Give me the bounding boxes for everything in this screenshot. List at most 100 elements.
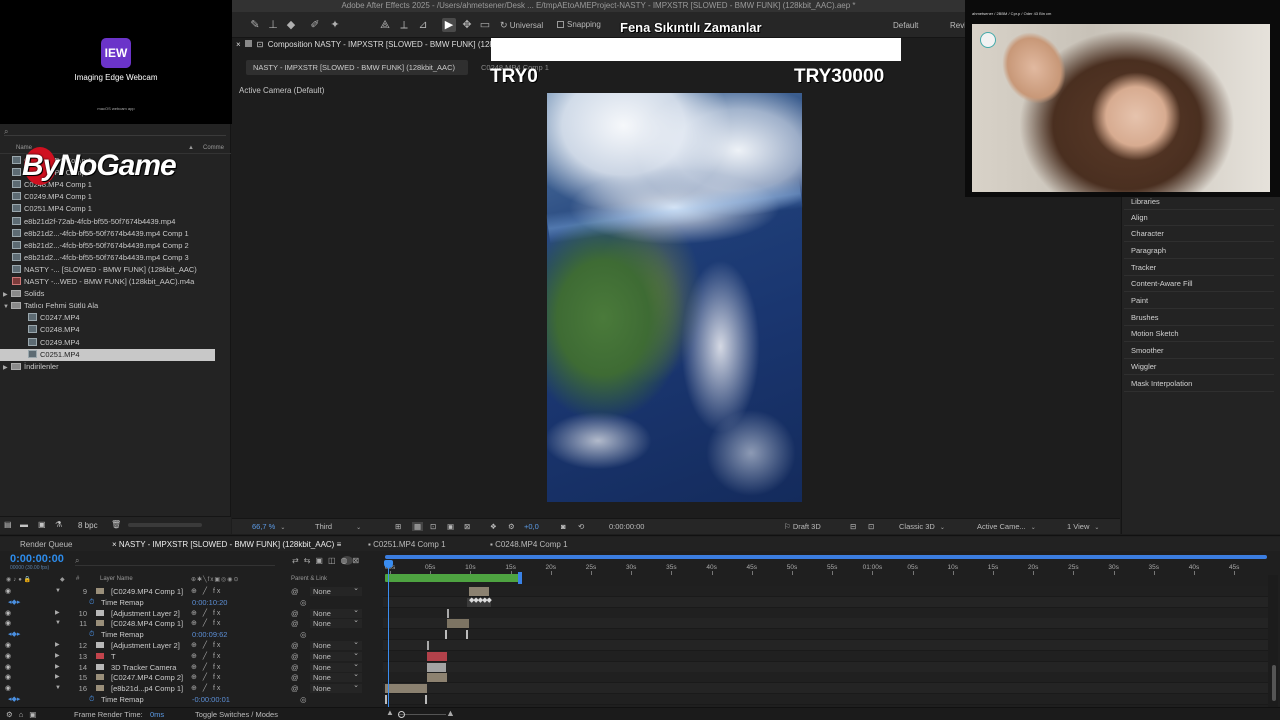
close-icon[interactable]: ×: [236, 40, 241, 49]
project-item[interactable]: ▶ İndirilenler: [0, 361, 215, 373]
project-item[interactable]: C0249.MP4: [0, 337, 215, 349]
project-item[interactable]: C0248.MP4: [0, 324, 215, 336]
exposure-reset-icon[interactable]: ⚙: [508, 522, 515, 531]
layer-label-color-icon[interactable]: [96, 663, 104, 670]
zoom-out-icon[interactable]: ▲: [386, 708, 394, 717]
grid-options-icon[interactable]: ⊠: [464, 522, 470, 531]
pick-whip-icon[interactable]: @: [291, 586, 299, 597]
channel-icon[interactable]: ❖: [490, 522, 497, 531]
layer-name[interactable]: 3D Tracker Camera: [111, 662, 176, 673]
panel-item-libraries[interactable]: Libraries: [1131, 197, 1160, 206]
timeline-current-time[interactable]: 0:00:00:00: [10, 553, 64, 565]
workspace-review[interactable]: Revi: [950, 21, 966, 30]
playhead-line[interactable]: [388, 560, 389, 707]
parent-link-column[interactable]: Parent & Link: [291, 576, 327, 582]
clone-stamp-tool-icon[interactable]: ⊥: [266, 18, 280, 32]
layer-property-row[interactable]: ◂◆▸ ⏱ Time Remap 0:00:10:20 ◎: [0, 597, 383, 608]
layer-property-row[interactable]: ◂◆▸ ⏱ Time Remap -0:00:00:01 ◎: [0, 694, 383, 705]
expand-arrow-icon[interactable]: ▼: [55, 683, 61, 694]
layer-switches-icon[interactable]: ⊕ ╱ fx: [191, 662, 222, 673]
project-item[interactable]: e8b21d2...-4fcb-bf55-50f7674b4439.mp4 Co…: [0, 252, 215, 264]
expand-arrow-icon[interactable]: ▼: [55, 618, 61, 629]
trash-icon[interactable]: 🗑: [111, 520, 121, 529]
expand-arrow-icon[interactable]: ▶: [55, 662, 60, 673]
project-item[interactable]: C0249.MP4 Comp 1: [0, 191, 215, 203]
layer-clip-bar[interactable]: [427, 651, 447, 661]
expression-icon[interactable]: ◎: [300, 694, 307, 705]
project-item[interactable]: C0247.MP4: [0, 312, 215, 324]
bit-depth-button[interactable]: 8 bpc: [78, 521, 98, 530]
pick-whip-icon[interactable]: @: [291, 640, 299, 651]
world-axis-icon[interactable]: ⊿: [416, 18, 430, 32]
timeline-search-input[interactable]: ⌕: [75, 556, 275, 566]
visibility-eye-icon[interactable]: ◉: [5, 608, 11, 619]
local-axis-icon[interactable]: ⟂: [397, 18, 411, 32]
timeline-zoom-slider[interactable]: [398, 714, 446, 715]
snapshot-icon[interactable]: ◙: [561, 522, 566, 531]
toggle-switches-modes[interactable]: Toggle Switches / Modes: [195, 710, 278, 719]
timeline-layer-row[interactable]: ◉ ▶ 10 [Adjustment Layer 2] ⊕ ╱ fx @ None: [0, 606, 383, 619]
panel-item-paint[interactable]: Paint: [1131, 296, 1148, 305]
frame-blending-icon[interactable]: ◫: [328, 556, 341, 565]
stopwatch-icon[interactable]: ⏱: [89, 694, 94, 705]
layer-name[interactable]: [C0248.MP4 Comp 1]: [111, 618, 183, 629]
parent-select[interactable]: None: [310, 616, 362, 629]
timeline-layer-row[interactable]: ◉ ▼ 11 [C0248.MP4 Comp 1] ⊕ ╱ fx @ None: [0, 616, 383, 629]
parent-select[interactable]: None: [310, 681, 362, 694]
timeline-layer-row[interactable]: ◉ ▼ 16 [e8b21d...p4 Comp 1] ⊕ ╱ fx @ None: [0, 681, 383, 694]
project-item[interactable]: C0251.MP4: [0, 348, 215, 361]
rectangle-tool-icon[interactable]: ▭: [478, 18, 492, 32]
panel-item-tracker[interactable]: Tracker: [1131, 263, 1156, 272]
scrollbar-thumb[interactable]: [1272, 665, 1276, 701]
timeline-layer-row[interactable]: ◉ ▶ 14 3D Tracker Camera ⊕ ╱ fx @ None: [0, 660, 383, 673]
guide-options-icon[interactable]: ▣: [447, 522, 454, 531]
layer-switches-icon[interactable]: ⊕ ╱ fx: [191, 640, 222, 651]
footer-toggle-icons[interactable]: ⚙⌂▣: [6, 710, 42, 719]
new-folder-icon[interactable]: ▬: [20, 520, 28, 529]
pick-whip-icon[interactable]: @: [291, 651, 299, 662]
expression-icon[interactable]: ◎: [300, 597, 307, 608]
timeline-layer-row[interactable]: ◉ ▼ 9 [C0249.MP4 Comp 1] ⊕ ╱ fx @ None: [0, 584, 383, 597]
snapping-toggle[interactable]: Snapping: [557, 20, 601, 29]
layer-name[interactable]: [Adjustment Layer 2]: [111, 608, 180, 619]
layer-label-color-icon[interactable]: [96, 620, 104, 627]
panel-item-mask-interpolation[interactable]: Mask Interpolation: [1131, 379, 1192, 388]
keyframe-icons[interactable]: ◆◆◆◆◆: [469, 596, 492, 604]
camera-view-select[interactable]: Active Came... ⌄: [977, 522, 1036, 531]
lock-icon[interactable]: ⊡: [257, 40, 264, 49]
playhead-handle[interactable]: [384, 560, 393, 568]
selection-tool-icon[interactable]: ▶: [442, 18, 456, 32]
layer-switches-icon[interactable]: ⊕ ╱ fx: [191, 618, 222, 629]
timeline-tab[interactable]: ▪ C0248.MP4 Comp 1: [490, 540, 568, 549]
zoom-select[interactable]: 66,7 % ⌄: [252, 522, 285, 531]
draft-3d-toggle[interactable]: ⚐ Draft 3D: [784, 522, 821, 531]
layer-label-color-icon[interactable]: [96, 674, 104, 681]
3d-ground-plane-icon[interactable]: ⊟: [850, 522, 856, 531]
panel-item-paragraph[interactable]: Paragraph: [1131, 246, 1166, 255]
pick-whip-icon[interactable]: @: [291, 618, 299, 629]
visibility-eye-icon[interactable]: ◉: [5, 640, 11, 651]
visibility-eye-icon[interactable]: ◉: [5, 651, 11, 662]
layer-clip-bar[interactable]: [427, 641, 429, 650]
panel-item-motion-sketch[interactable]: Motion Sketch: [1131, 329, 1179, 338]
graph-editor-icon[interactable]: ⊠: [353, 556, 365, 565]
project-search-input[interactable]: ⌕: [4, 127, 226, 136]
layer-name-column[interactable]: Layer Name: [100, 576, 133, 582]
layer-label-color-icon[interactable]: [96, 609, 104, 616]
close-icon[interactable]: ×: [112, 540, 119, 549]
pick-whip-icon[interactable]: @: [291, 608, 299, 619]
hide-shy-icon[interactable]: ▣: [315, 556, 328, 565]
layer-clip-bar[interactable]: [427, 662, 446, 672]
timeline-layer-row[interactable]: ◉ ▶ 15 [C0247.MP4 Comp 2] ⊕ ╱ fx @ None: [0, 670, 383, 683]
keyframe-navigator-icon[interactable]: ◂◆▸: [8, 597, 20, 608]
parent-select[interactable]: None: [310, 584, 362, 596]
layer-label-color-icon[interactable]: [96, 685, 104, 692]
project-item[interactable]: e8b21d2...-4fcb-bf55-50f7674b4439.mp4 Co…: [0, 240, 215, 252]
panel-item-brushes[interactable]: Brushes: [1131, 313, 1159, 322]
stopwatch-icon[interactable]: ⏱: [89, 629, 94, 640]
visibility-eye-icon[interactable]: ◉: [5, 618, 11, 629]
layer-switches-icon[interactable]: ⊕ ╱ fx: [191, 683, 222, 694]
composition-tab[interactable]: × ⊡ Composition NASTY - IMPXSTR [SLOWED …: [236, 40, 494, 54]
project-item[interactable]: ▶ Solids: [0, 288, 215, 300]
project-item[interactable]: e8b21d2f-72ab-4fcb-bf55-50f7674b4439.mp4: [0, 216, 215, 228]
